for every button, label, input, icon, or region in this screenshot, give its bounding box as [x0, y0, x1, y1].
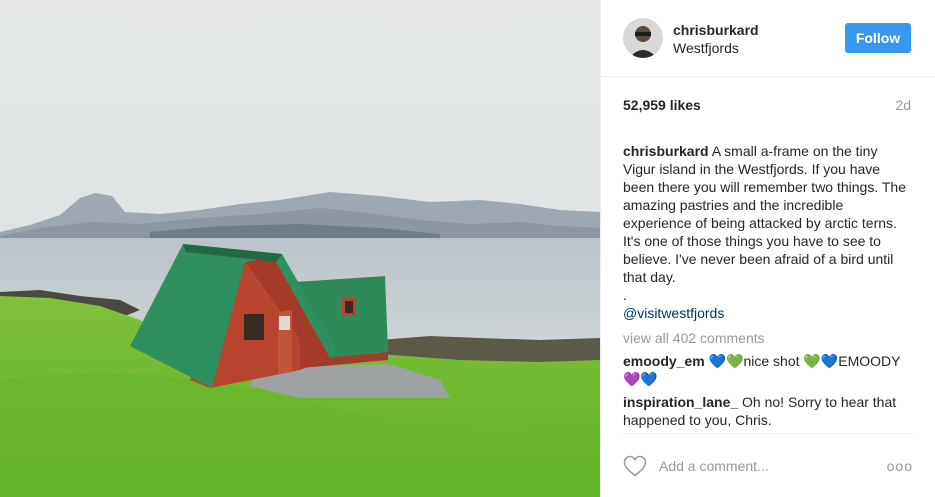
- purple-blue-heart-emoji: 💜💙: [623, 371, 658, 387]
- likes-count[interactable]: 52,959 likes: [623, 97, 701, 127]
- post-header: chrisburkard Westfjords Follow: [601, 0, 935, 77]
- follow-button[interactable]: Follow: [845, 23, 911, 53]
- avatar-photo-icon: [623, 18, 663, 58]
- caption-text: A small a-frame on the tiny Vigur island…: [623, 143, 906, 285]
- caption-mention-link[interactable]: @visitwestfjords: [623, 304, 911, 322]
- comments-section: chrisburkard A small a-frame on the tiny…: [601, 127, 935, 433]
- caption: chrisburkard A small a-frame on the tiny…: [623, 142, 911, 322]
- post-sidebar: chrisburkard Westfjords Follow 52,959 li…: [600, 0, 935, 497]
- a-frame-cabin-landscape-image: [0, 0, 600, 497]
- location-link[interactable]: Westfjords: [673, 39, 845, 57]
- add-comment-input[interactable]: [659, 457, 887, 474]
- more-options-icon[interactable]: ooo: [887, 458, 913, 474]
- caption-dot: .: [623, 287, 627, 303]
- add-comment-bar: ooo: [623, 433, 913, 497]
- post-age[interactable]: 2d: [895, 97, 911, 127]
- blue-green-heart-emoji: 💙💚: [708, 353, 744, 369]
- post-meta: 52,959 likes 2d: [601, 77, 935, 127]
- post-photo[interactable]: [0, 0, 600, 497]
- comment-text-b: EMOODY: [838, 353, 901, 369]
- comment-text: nice shot: [743, 353, 804, 369]
- avatar[interactable]: [623, 18, 663, 58]
- comment-author-link[interactable]: inspiration_lane_: [623, 394, 738, 410]
- view-all-comments-link[interactable]: view all 402 comments: [623, 329, 911, 347]
- comment-item: emoody_em 💙💚nice shot 💚💙EMOODY 💜💙: [623, 352, 911, 388]
- heart-outline-icon[interactable]: [623, 455, 647, 477]
- header-text: chrisburkard Westfjords: [673, 19, 845, 57]
- green-blue-heart-emoji: 💚💙: [803, 353, 839, 369]
- comment-author-link[interactable]: emoody_em: [623, 353, 705, 369]
- username-link[interactable]: chrisburkard: [673, 21, 845, 39]
- instagram-post: chrisburkard Westfjords Follow 52,959 li…: [0, 0, 935, 497]
- comment-item: inspiration_lane_ Oh no! Sorry to hear t…: [623, 393, 911, 429]
- caption-author-link[interactable]: chrisburkard: [623, 143, 709, 159]
